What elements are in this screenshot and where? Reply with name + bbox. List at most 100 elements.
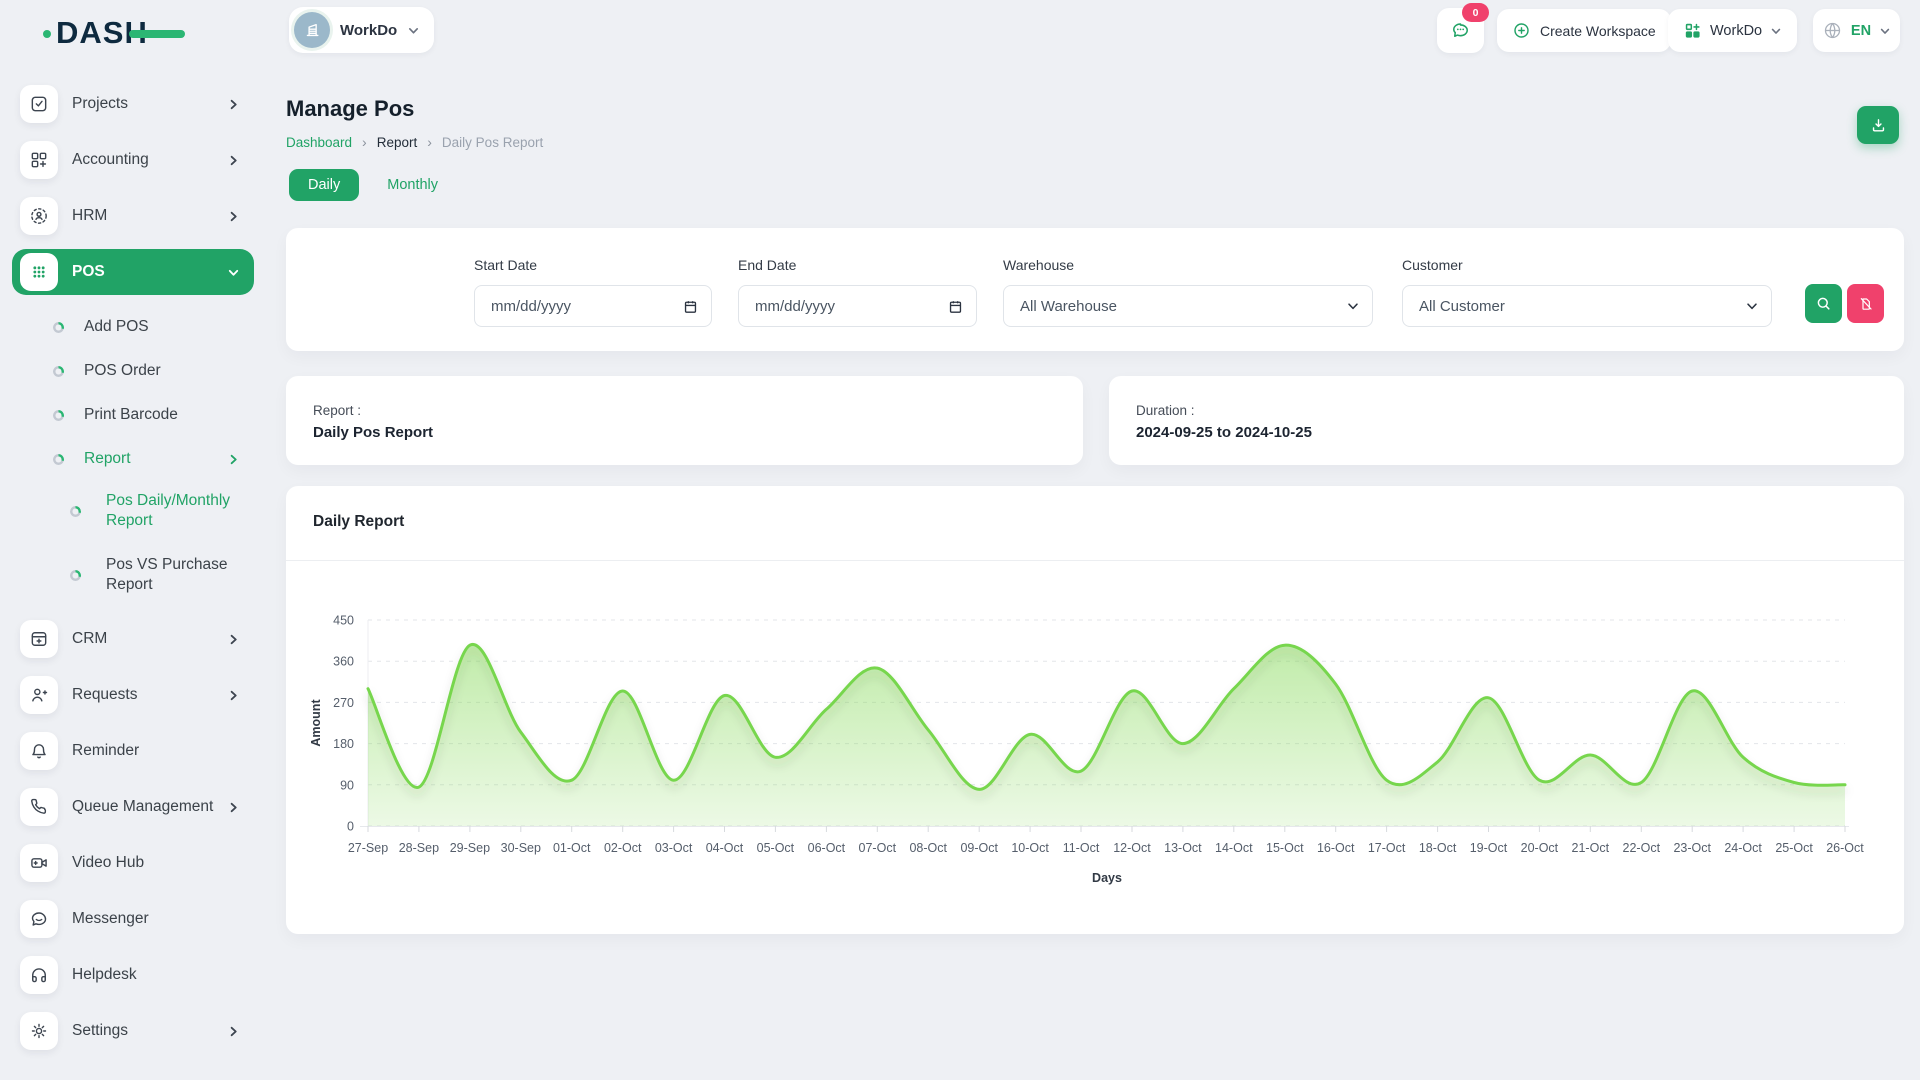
svg-text:05-Oct: 05-Oct <box>757 841 795 855</box>
chevron-right-icon <box>227 453 240 466</box>
svg-text:19-Oct: 19-Oct <box>1470 841 1508 855</box>
sidebar-item-add-pos[interactable]: Add POS <box>12 305 254 349</box>
svg-text:270: 270 <box>333 696 354 710</box>
start-date-input[interactable]: mm/dd/yyyy <box>474 285 712 327</box>
app-switcher-button[interactable]: WorkDo <box>1668 9 1797 52</box>
svg-text:180: 180 <box>333 737 354 751</box>
sidebar-item-label: Accounting <box>72 151 149 169</box>
tab-daily[interactable]: Daily <box>289 169 359 201</box>
sidebar-item-label: Pos VS Purchase Report <box>106 555 244 596</box>
chevron-down-icon <box>1346 299 1360 313</box>
sidebar-item-label: POS <box>72 263 105 281</box>
chevron-right-icon: › <box>427 134 432 150</box>
sidebar-item-settings[interactable]: Settings <box>12 1011 254 1051</box>
gear-icon <box>20 1012 58 1050</box>
svg-text:12-Oct: 12-Oct <box>1113 841 1151 855</box>
duration-summary-card: Duration : 2024-09-25 to 2024-10-25 <box>1109 376 1904 465</box>
sidebar-item-label: Report <box>84 450 131 468</box>
chevron-down-icon <box>227 266 240 279</box>
bullet-icon <box>70 570 81 581</box>
customer-select[interactable]: All Customer <box>1402 285 1772 327</box>
sidebar-item-label: Messenger <box>72 910 149 928</box>
sidebar-item-helpdesk[interactable]: Helpdesk <box>12 955 254 995</box>
customer-selected-value: All Customer <box>1419 298 1505 315</box>
end-date-input[interactable]: mm/dd/yyyy <box>738 285 977 327</box>
bell-icon <box>20 732 58 770</box>
svg-text:0: 0 <box>347 820 354 834</box>
chat-bubble-icon <box>1449 19 1472 42</box>
create-workspace-button[interactable]: Create Workspace <box>1497 9 1671 52</box>
sidebar-item-pos[interactable]: POS <box>12 249 254 295</box>
plus-circle-icon <box>1512 21 1531 40</box>
apply-filter-button[interactable] <box>1805 284 1842 323</box>
svg-text:02-Oct: 02-Oct <box>604 841 642 855</box>
sidebar-item-label: Projects <box>72 95 128 113</box>
video-icon <box>20 844 58 882</box>
sidebar-item-reminder[interactable]: Reminder <box>12 731 254 771</box>
filter-card: Start Date End Date Warehouse Customer m… <box>286 228 1904 351</box>
sidebar-item-hrm[interactable]: HRM <box>12 196 254 236</box>
download-report-button[interactable] <box>1857 106 1899 144</box>
bullet-icon <box>53 454 64 465</box>
end-date-placeholder: mm/dd/yyyy <box>755 298 835 315</box>
report-name: Daily Pos Report <box>313 424 433 441</box>
sidebar-item-label: CRM <box>72 630 107 648</box>
bullet-icon <box>70 506 81 517</box>
start-date-placeholder: mm/dd/yyyy <box>491 298 571 315</box>
chart-title: Daily Report <box>313 513 404 531</box>
sidebar-item-queue-management[interactable]: Queue Management <box>12 787 254 827</box>
sidebar-item-report[interactable]: Report <box>12 437 254 481</box>
svg-text:29-Sep: 29-Sep <box>450 841 490 855</box>
sidebar-item-accounting[interactable]: Accounting <box>12 140 254 180</box>
chevron-down-icon <box>1745 299 1759 313</box>
sidebar-item-print-barcode[interactable]: Print Barcode <box>12 393 254 437</box>
warehouse-select[interactable]: All Warehouse <box>1003 285 1373 327</box>
sidebar-item-label: POS Order <box>84 362 161 380</box>
svg-text:11-Oct: 11-Oct <box>1063 841 1100 855</box>
svg-text:07-Oct: 07-Oct <box>859 841 897 855</box>
sidebar-item-pos-daily-monthly-report[interactable]: Pos Daily/Monthly Report <box>12 481 254 541</box>
sidebar-item-label: Helpdesk <box>72 966 137 984</box>
window-add-icon <box>20 620 58 658</box>
logo-dash-accent <box>129 30 185 38</box>
chevron-right-icon <box>227 633 240 646</box>
language-selector[interactable]: EN <box>1813 9 1900 52</box>
sidebar-item-label: Pos Daily/Monthly Report <box>106 491 244 532</box>
daily-report-chart: 09018027036045027-Sep28-Sep29-Sep30-Sep0… <box>286 560 1904 934</box>
user-plus-icon <box>20 676 58 714</box>
sidebar-item-video-hub[interactable]: Video Hub <box>12 843 254 883</box>
breadcrumb-report-link[interactable]: Report <box>377 135 418 150</box>
svg-text:90: 90 <box>340 778 354 792</box>
messages-button[interactable]: 0 <box>1437 8 1484 53</box>
chevron-right-icon: › <box>362 134 367 150</box>
headphones-icon <box>20 956 58 994</box>
workspace-selector[interactable]: WorkDo <box>289 7 434 53</box>
chevron-right-icon <box>227 154 240 167</box>
sidebar-item-pos-vs-purchase-report[interactable]: Pos VS Purchase Report <box>12 545 254 605</box>
breadcrumb-dashboard-link[interactable]: Dashboard <box>286 135 352 150</box>
svg-text:10-Oct: 10-Oct <box>1011 841 1049 855</box>
svg-text:03-Oct: 03-Oct <box>655 841 693 855</box>
report-caption: Report : <box>313 403 361 418</box>
breadcrumb: Dashboard › Report › Daily Pos Report <box>286 134 543 150</box>
check-square-icon <box>20 85 58 123</box>
start-date-label: Start Date <box>474 257 537 273</box>
customer-label: Customer <box>1402 257 1463 273</box>
chevron-right-icon <box>227 801 240 814</box>
svg-text:23-Oct: 23-Oct <box>1673 841 1711 855</box>
sidebar-nav: Projects Accounting HRM POS Add POS POS Order… <box>12 84 254 1067</box>
reset-filter-button[interactable] <box>1847 284 1884 323</box>
clear-slash-icon <box>1858 296 1874 312</box>
warehouse-label: Warehouse <box>1003 257 1074 273</box>
chevron-down-icon <box>1879 25 1891 37</box>
end-date-label: End Date <box>738 257 796 273</box>
sidebar-item-projects[interactable]: Projects <box>12 84 254 124</box>
sidebar-item-messenger[interactable]: Messenger <box>12 899 254 939</box>
tab-monthly[interactable]: Monthly <box>387 177 438 193</box>
sidebar-item-pos-order[interactable]: POS Order <box>12 349 254 393</box>
sidebar-item-requests[interactable]: Requests <box>12 675 254 715</box>
bullet-icon <box>53 366 64 377</box>
svg-text:04-Oct: 04-Oct <box>706 841 744 855</box>
sidebar-item-crm[interactable]: CRM <box>12 619 254 659</box>
chevron-right-icon <box>227 98 240 111</box>
